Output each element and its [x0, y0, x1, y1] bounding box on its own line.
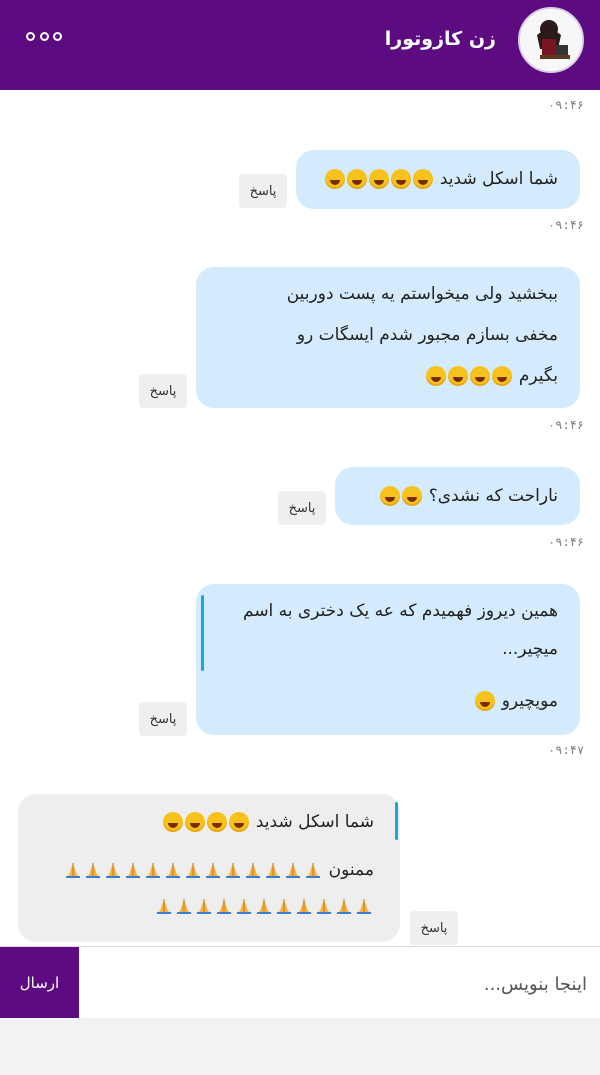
- quote-text: میچیر...: [502, 639, 558, 659]
- quote-text: شما اسکل شدید: [255, 812, 374, 832]
- reply-button[interactable]: پاسخ: [278, 491, 326, 525]
- chat-header: زن کازوتورا: [0, 0, 600, 90]
- reply-button[interactable]: پاسخ: [239, 174, 287, 208]
- message-composer: ارسال: [0, 946, 600, 1019]
- message-bubble[interactable]: شما اسکل شدید: [296, 150, 580, 209]
- message-time: ۰۹:۴۶: [548, 535, 585, 549]
- message-bubble[interactable]: شما اسکل شدید ممنون: [18, 794, 400, 942]
- message-text: شما اسکل شدید: [439, 169, 558, 189]
- message-text: ممنون: [328, 860, 374, 880]
- reply-button[interactable]: پاسخ: [410, 911, 458, 945]
- message-bubble[interactable]: ببخشید ولی میخواستم یه پست دوربین مخفی ب…: [196, 267, 580, 408]
- message-text: بگیرم: [518, 366, 558, 386]
- message-input[interactable]: [95, 959, 589, 1009]
- message-time: ۰۹:۴۶: [548, 418, 585, 432]
- praying-hands-icon: [63, 860, 323, 880]
- laugh-emoji-icon: [425, 366, 513, 386]
- message-time: ۰۹:۴۶: [548, 218, 585, 232]
- send-button[interactable]: ارسال: [0, 947, 79, 1019]
- avatar[interactable]: [518, 7, 584, 73]
- laugh-emoji-icon: [162, 812, 250, 832]
- laugh-emoji-icon: [324, 169, 434, 189]
- quote-bar: [395, 802, 398, 840]
- chat-title: زن کازوتورا: [384, 28, 496, 50]
- message-list[interactable]: ۰۹:۴۶ شما اسکل شدید پاسخ ۰۹:۴۶ ببخشید ول…: [0, 90, 600, 946]
- message-text: ناراحت که نشدی؟: [428, 486, 558, 506]
- quote-bar: [201, 595, 204, 671]
- laugh-emoji-icon: [474, 691, 496, 711]
- message-bubble[interactable]: ناراحت که نشدی؟: [335, 467, 580, 525]
- quoted-message[interactable]: همین دیروز فهمیدم که عه یک دختری به اسم …: [210, 592, 558, 668]
- message-text: مویچیرو: [501, 691, 558, 711]
- bottom-strip: [0, 1018, 600, 1075]
- praying-hands-icon: [154, 896, 374, 916]
- quote-text: همین دیروز فهمیدم که عه یک دختری به اسم: [243, 601, 558, 621]
- reply-button[interactable]: پاسخ: [139, 702, 187, 736]
- reply-button[interactable]: پاسخ: [139, 374, 187, 408]
- message-time: ۰۹:۴۷: [548, 743, 585, 757]
- message-time: ۰۹:۴۶: [548, 98, 585, 112]
- quoted-message[interactable]: شما اسکل شدید: [34, 804, 374, 840]
- message-bubble[interactable]: همین دیروز فهمیدم که عه یک دختری به اسم …: [196, 584, 580, 735]
- smile-emoji-icon: [379, 486, 423, 506]
- message-text: مخفی بسازم مجبور شدم ایسگات رو: [296, 325, 558, 345]
- more-dots-icon[interactable]: [26, 28, 62, 44]
- message-text: ببخشید ولی میخواستم یه پست دوربین: [286, 284, 558, 304]
